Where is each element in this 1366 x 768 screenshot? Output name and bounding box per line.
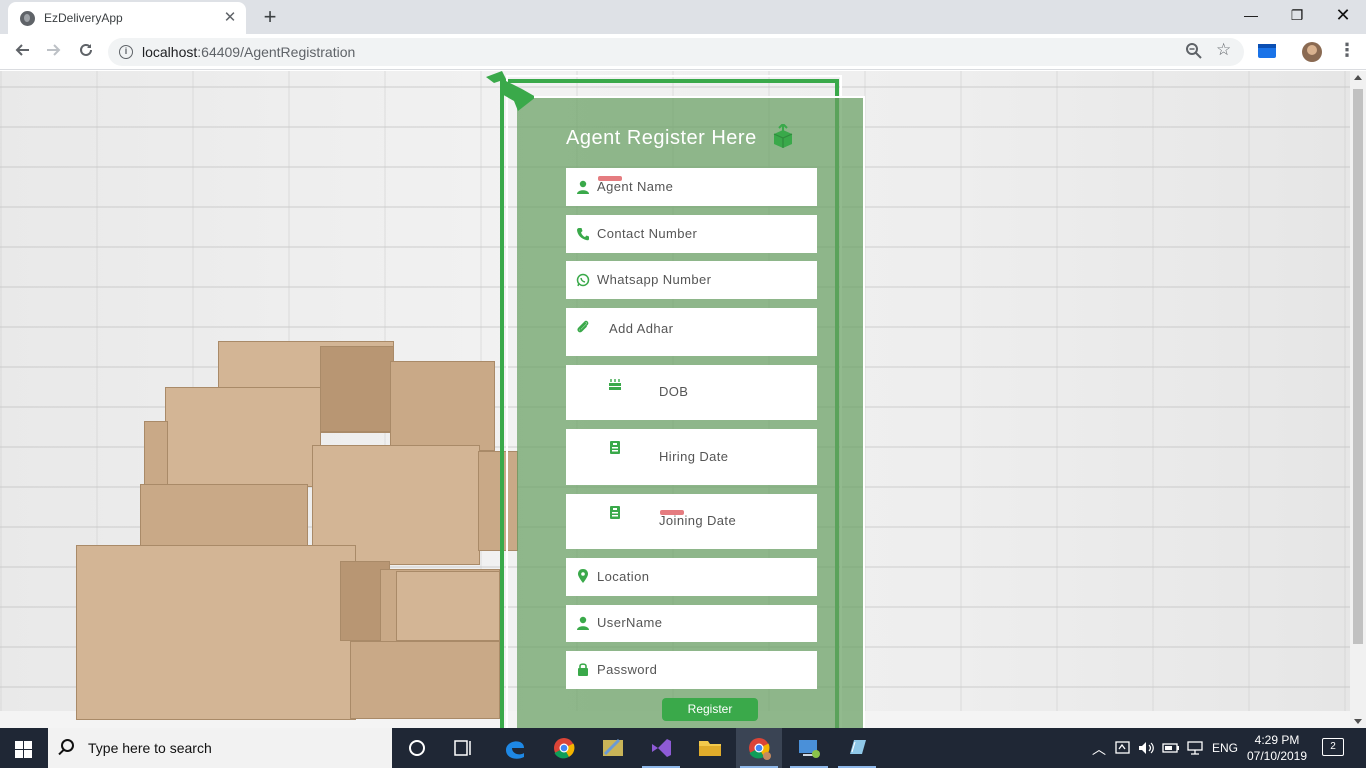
maximize-button[interactable]: ❐ [1274,0,1320,30]
tab-title: EzDeliveryApp [44,11,123,25]
joining-date-input[interactable] [659,513,809,528]
edge-icon [506,741,524,759]
username-input[interactable] [597,615,807,630]
minimize-button[interactable]: — [1228,0,1274,30]
register-button[interactable]: Register [662,698,758,721]
taskbar-file-explorer[interactable] [687,728,733,768]
profile-avatar[interactable] [1302,42,1322,62]
cortana-button[interactable] [394,728,440,768]
scroll-down-arrow-icon[interactable] [1354,719,1362,724]
new-tab-button[interactable]: + [258,4,282,30]
dob-input[interactable] [659,384,809,399]
search-icon [61,739,74,752]
system-clock[interactable]: 4:29 PM 07/10/2019 [1236,732,1318,764]
id-badge-icon [610,506,620,519]
user-icon [577,180,589,194]
reload-button[interactable] [72,38,100,66]
id-badge-icon [610,441,620,454]
map-marker-icon [578,569,588,583]
browser-toolbar: i localhost:64409/AgentRegistration [0,34,1366,70]
bookmark-star-icon[interactable]: ☆ [1216,40,1231,60]
browser-menu-icon[interactable]: ⋮ [1338,40,1356,61]
forward-button[interactable] [40,38,68,66]
window-close-button[interactable]: ✕ [1320,0,1366,30]
scrollbar-thumb[interactable] [1353,89,1363,644]
volume-icon[interactable] [1138,740,1156,768]
ribbon-decoration-icon [486,71,534,111]
reload-icon [80,43,92,56]
hiring-date-input[interactable] [659,449,809,464]
password-field[interactable] [566,651,817,689]
task-view-button[interactable] [440,728,486,768]
location-input[interactable] [597,569,807,584]
battery-icon[interactable] [1162,741,1180,768]
show-hidden-icons-chevron-icon[interactable]: ︿ [1092,739,1106,768]
joining-date-field[interactable] [566,494,817,549]
chrome-profile-icon [749,738,771,760]
contact-number-field[interactable] [566,215,817,253]
user-icon [577,616,589,630]
ethernet-icon[interactable] [1186,740,1204,768]
whatsapp-icon [576,273,590,287]
taskbar-tools[interactable] [590,728,636,768]
url-text: localhost:64409/AgentRegistration [142,44,356,60]
address-bar[interactable]: i localhost:64409/AgentRegistration [108,38,1244,66]
hiring-date-field[interactable] [566,429,817,485]
taskbar-visual-studio[interactable] [638,728,684,768]
whatsapp-number-field[interactable] [566,261,817,299]
close-tab-button[interactable]: ✕ [220,8,240,28]
cortana-circle-icon [409,740,425,756]
agent-name-input[interactable] [597,179,807,194]
tab-ezdeliveryapp[interactable]: EzDeliveryApp ✕ [8,2,246,34]
password-input[interactable] [597,662,807,677]
arrow-right-icon [47,44,61,56]
remote-desktop-icon [799,740,820,758]
lock-icon [578,663,588,676]
cake-icon [609,379,621,390]
info-icon[interactable]: i [119,45,133,59]
agent-name-field[interactable] [566,168,817,206]
tab-strip: EzDeliveryApp ✕ + — ❐ ✕ [0,0,1366,34]
arrow-left-icon [15,44,29,56]
paperclip-icon [577,320,589,333]
cursor-marker [660,510,684,515]
visual-studio-icon [652,739,671,757]
globe-icon [20,11,35,26]
taskbar-search[interactable]: Type here to search [48,728,392,768]
back-button[interactable] [8,38,36,66]
task-view-icon [454,740,471,756]
start-button[interactable] [0,728,48,768]
taskbar-edge[interactable] [492,728,538,768]
taskbar-remote-desktop[interactable] [786,728,832,768]
chrome-icon [554,738,575,759]
zoom-icon[interactable] [1185,42,1203,60]
username-field[interactable] [566,605,817,642]
notepad-icon [850,740,866,754]
tools-icon [603,738,623,756]
clock-date: 07/10/2019 [1246,749,1308,763]
cursor-marker [598,176,622,181]
scroll-up-arrow-icon[interactable] [1354,75,1362,80]
clock-time: 4:29 PM [1254,733,1300,747]
extension-icon[interactable] [1258,44,1276,58]
add-adhar-input[interactable] [609,321,809,336]
search-placeholder: Type here to search [88,740,212,756]
language-indicator[interactable]: ENG [1212,741,1238,768]
package-icon [773,124,793,148]
whatsapp-number-input[interactable] [597,272,807,287]
network-status-icon[interactable] [1115,740,1131,768]
taskbar-chrome-open[interactable] [736,728,782,768]
contact-number-input[interactable] [597,226,807,241]
location-field[interactable] [566,558,817,596]
form-title: Agent Register Here [566,127,757,149]
action-center-notification-icon[interactable]: 2 [1322,738,1344,756]
windows-taskbar: Type here to search ︿ ENG 4:29 PM 07/10/… [0,728,1366,768]
taskbar-notepad[interactable] [834,728,880,768]
folder-icon [699,741,721,756]
phone-icon [577,228,589,241]
page-scrollbar[interactable] [1350,71,1366,728]
taskbar-chrome[interactable] [541,728,587,768]
add-adhar-field[interactable] [566,308,817,356]
dob-field[interactable] [566,365,817,420]
